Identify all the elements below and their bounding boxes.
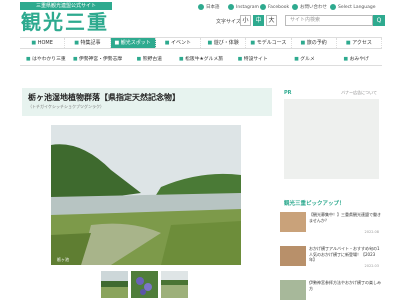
spot-icon: ■ (114, 40, 120, 46)
instagram-icon (228, 4, 234, 10)
pickup-heading: 観光三重ピックアップ！ (284, 201, 345, 207)
site-header: 三重県観光連盟公式サイト 観光三重 日本語 Instagram Facebook… (0, 0, 400, 34)
language-icon (330, 4, 336, 10)
course-icon: ■ (250, 40, 256, 46)
subnav-quick-guide[interactable]: ■ はやわかり三重 (20, 55, 72, 65)
shrine-icon: ■ (72, 57, 78, 62)
page-subtitle: （トチガイケシッチショクブツグンラク） (28, 104, 104, 109)
mail-icon (292, 4, 298, 10)
gift-icon: ■ (343, 57, 349, 62)
facebook-link[interactable]: Facebook (260, 4, 289, 10)
subnav-kumano[interactable]: ■ 熊野古道 (123, 55, 175, 65)
ad-banner[interactable] (284, 99, 379, 179)
booking-icon: ■ (300, 40, 306, 46)
subnav-souvenir[interactable]: ■ おみやげ (330, 55, 382, 65)
nav-model-course[interactable]: ■ モデルコース (246, 38, 292, 48)
nav-booking[interactable]: ■ 旅の予約 (292, 38, 337, 48)
home-icon: ■ (31, 40, 37, 46)
banner-ad-link[interactable]: バナー広告について (341, 88, 377, 98)
gourmet-icon: ■ (294, 57, 299, 62)
page-title: 栃ヶ池湿地植物群落【県指定天然記念物】 (28, 93, 180, 102)
trail-icon: ■ (136, 57, 142, 62)
font-size-small-button[interactable]: 小 (240, 15, 251, 26)
pr-label: PR (284, 90, 292, 96)
pickup-thumbnail (280, 280, 306, 300)
font-size-label: 文字サイズ (216, 19, 241, 25)
search-input[interactable]: サイト内検索 (285, 15, 373, 26)
main-nav: ■ HOME ■ 特集記事 ■ 観光スポット ■ イベント ■ 遊び・体験 ■ … (20, 37, 382, 49)
site-logo[interactable]: 観光三重 (21, 10, 109, 34)
globe-icon (198, 4, 204, 10)
contact-link[interactable]: お問い合わせ (292, 4, 327, 10)
font-size-medium-button[interactable]: 中 (253, 15, 264, 26)
nav-access[interactable]: ■ アクセス (337, 38, 382, 48)
main-photo (51, 125, 241, 265)
guide-icon: ■ (26, 57, 31, 62)
pickup-item[interactable]: おかげ横丁アルバイト・おすすめ旬の1人気のおかげ横丁に新登場！【2023年】 2… (280, 246, 381, 268)
sub-nav: ■ はやわかり三重 ■ 伊勢神宮・伊勢志摩 ■ 熊野古道 ■ 松阪牛★グルメ旅 … (20, 55, 382, 66)
thumbnail-strip (101, 271, 188, 298)
logo-tagline: 三重県観光連盟公式サイト (20, 2, 112, 10)
nav-home[interactable]: ■ HOME (20, 38, 66, 48)
nav-spots[interactable]: ■ 観光スポット (110, 38, 156, 48)
photo-caption: 栃ヶ池 (57, 257, 69, 262)
facebook-icon (260, 4, 266, 10)
event-icon: ■ (164, 40, 170, 46)
pickup-item[interactable]: 【観光募集中！】三重県観光連盟で働きませんか？ 2022.08 (280, 212, 381, 234)
feature-icon: ■ (74, 40, 79, 46)
pickup-thumbnail (280, 246, 306, 266)
access-icon: ■ (345, 40, 351, 46)
search-icon: Q (376, 17, 382, 24)
article-title-box: 栃ヶ池湿地植物群落【県指定天然記念物】 （トチガイケシッチショクブツグンラク） (22, 88, 272, 116)
thumbnail-3[interactable] (161, 271, 188, 298)
pickup-thumbnail (280, 212, 306, 232)
subnav-matsusaka[interactable]: ■ 松阪牛★グルメ旅 (175, 55, 227, 65)
search-button[interactable]: Q (373, 15, 385, 26)
thumbnail-2[interactable] (131, 271, 158, 298)
subnav-ise[interactable]: ■ 伊勢神宮・伊勢志摩 (72, 55, 124, 65)
select-language-link[interactable]: Select Language (330, 4, 376, 10)
activity-icon: ■ (207, 40, 213, 46)
language-link[interactable]: 日本語 (198, 4, 220, 10)
nav-activities[interactable]: ■ 遊び・体験 (201, 38, 247, 48)
nav-features[interactable]: ■ 特集記事 (65, 38, 111, 48)
special-icon: ■ (237, 57, 243, 62)
pr-row: PR バナー広告について (284, 88, 379, 98)
nav-events[interactable]: ■ イベント (156, 38, 201, 48)
subnav-gourmet[interactable]: ■ グルメ (279, 55, 331, 65)
pickup-item[interactable]: 伊勢神宮参拝方法やおかげ横丁の楽しみ方 (280, 280, 381, 300)
beef-icon: ■ (179, 57, 184, 62)
font-size-large-button[interactable]: 大 (266, 15, 277, 26)
subnav-special[interactable]: ■ 特設サイト (227, 55, 279, 65)
instagram-link[interactable]: Instagram (228, 4, 259, 10)
thumbnail-1[interactable] (101, 271, 128, 298)
